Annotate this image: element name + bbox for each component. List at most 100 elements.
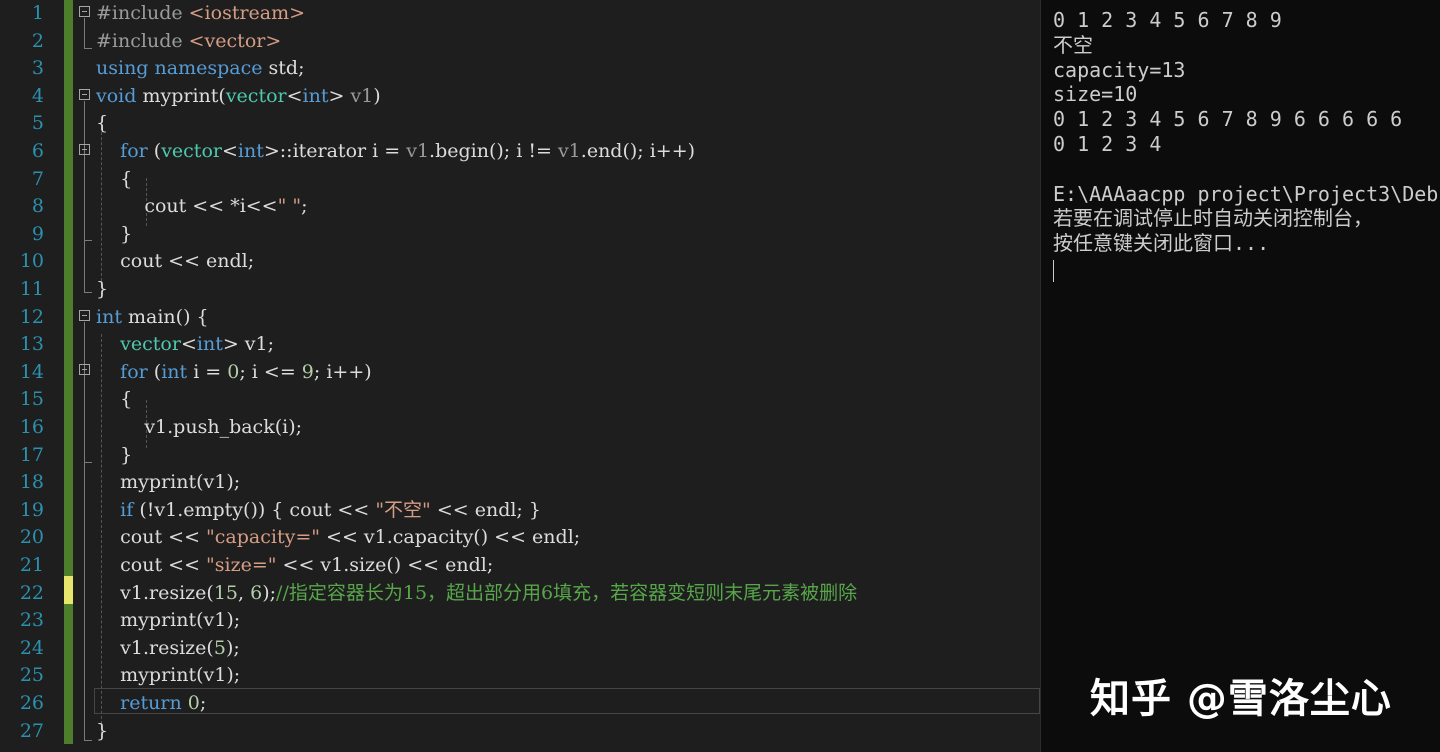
code-line[interactable]: for (int i = 0; i <= 9; i++) bbox=[96, 358, 372, 386]
outline-tick bbox=[84, 462, 92, 463]
outline-tick bbox=[84, 740, 92, 741]
code-line[interactable]: myprint(v1); bbox=[96, 468, 240, 496]
console-line: E:\AAAaacpp project\Project3\Deb bbox=[1053, 181, 1439, 206]
code-line[interactable]: return 0; bbox=[96, 689, 206, 717]
code-token: int bbox=[161, 360, 194, 383]
code-line[interactable]: v1.resize(15, 6);//指定容器长为15，超出部分用6填充，若容器… bbox=[96, 579, 857, 607]
code-token: myprint bbox=[142, 84, 219, 107]
console-line: 按任意键关闭此窗口... bbox=[1053, 231, 1270, 256]
code-line[interactable]: v1.resize(5); bbox=[96, 634, 240, 662]
line-number: 12 bbox=[19, 305, 44, 328]
code-token: .end(); i++) bbox=[580, 140, 696, 162]
code-token: << v1.size() << endl; bbox=[276, 554, 494, 576]
code-token: { bbox=[96, 112, 109, 135]
line-number: 1 bbox=[31, 2, 44, 24]
code-token: int bbox=[196, 333, 223, 356]
code-line[interactable]: } bbox=[96, 717, 108, 745]
code-line[interactable]: if (!v1.empty()) { cout << "不空" << endl;… bbox=[96, 496, 541, 524]
line-number: 15 bbox=[19, 388, 44, 411]
code-line[interactable]: { bbox=[96, 385, 132, 413]
code-token: " " bbox=[277, 195, 302, 218]
code-token: v1 bbox=[350, 84, 374, 107]
code-line[interactable]: } bbox=[96, 441, 132, 469]
code-line[interactable]: cout << "capacity=" << v1.capacity() << … bbox=[96, 523, 580, 551]
code-token: v1.resize( bbox=[96, 636, 214, 659]
line-number: 13 bbox=[19, 333, 44, 356]
code-token: 15 bbox=[213, 581, 239, 604]
code-token: < bbox=[221, 140, 238, 162]
code-token: v1.push_back(i); bbox=[96, 416, 303, 438]
code-token: { bbox=[96, 388, 133, 411]
console-window[interactable]: 0 1 2 3 4 5 6 7 8 9 不空 capacity=13 size=10 0… bbox=[1040, 0, 1440, 752]
line-number: 7 bbox=[31, 167, 44, 190]
line-number: 14 bbox=[19, 360, 44, 383]
code-token: 9 bbox=[301, 360, 314, 383]
line-number: 11 bbox=[19, 278, 44, 300]
code-token: #include bbox=[96, 29, 189, 52]
line-number: 10 bbox=[19, 250, 44, 273]
code-token: <iostream> bbox=[188, 2, 306, 24]
code-line[interactable]: cout << *i<<" "; bbox=[96, 192, 307, 220]
console-line: 不空 bbox=[1053, 32, 1093, 57]
code-token: } bbox=[96, 278, 109, 300]
code-line[interactable]: } bbox=[96, 220, 132, 248]
line-number: 22 bbox=[19, 581, 44, 604]
collapse-main-icon[interactable] bbox=[79, 310, 90, 321]
code-line[interactable]: using namespace std; bbox=[96, 54, 304, 82]
code-line[interactable]: void myprint(vector<int> v1) bbox=[96, 82, 381, 110]
code-token: ) bbox=[373, 84, 381, 107]
code-token: > v1; bbox=[222, 333, 275, 356]
code-token: main() { bbox=[128, 305, 209, 328]
code-line[interactable]: #include <vector> bbox=[96, 27, 281, 55]
code-line[interactable]: #include <iostream> bbox=[96, 0, 305, 27]
line-number: 18 bbox=[19, 471, 44, 494]
code-token: for bbox=[120, 360, 154, 383]
code-line[interactable]: v1.push_back(i); bbox=[96, 413, 302, 441]
code-token: i = bbox=[193, 360, 228, 383]
line-number: 20 bbox=[19, 526, 44, 549]
code-line[interactable]: cout << endl; bbox=[96, 247, 254, 275]
code-token: ); bbox=[262, 581, 277, 604]
line-number: 25 bbox=[19, 664, 44, 687]
code-token: cout << bbox=[96, 554, 207, 576]
code-line[interactable]: { bbox=[96, 109, 108, 137]
console-line: 0 1 2 3 4 5 6 7 8 9 bbox=[1053, 8, 1282, 32]
collapse-include-icon[interactable] bbox=[79, 6, 90, 17]
console-caret bbox=[1053, 260, 1054, 282]
code-token: 0 bbox=[187, 692, 200, 714]
code-token: v1.resize( bbox=[96, 581, 214, 604]
code-token: { bbox=[96, 167, 133, 190]
code-token: vector bbox=[225, 84, 287, 107]
collapse-for-loop-icon[interactable] bbox=[79, 364, 90, 375]
unsaved-change-indicator bbox=[64, 576, 73, 604]
code-line[interactable]: } bbox=[96, 275, 108, 303]
line-number: 19 bbox=[19, 498, 44, 521]
code-token: 6 bbox=[250, 581, 263, 604]
console-line: size=10 bbox=[1053, 82, 1138, 107]
code-token: //指定容器长为15，超出部分用6填充，若容器变短则末尾元素被删除 bbox=[276, 581, 858, 604]
code-token: ; bbox=[199, 692, 207, 714]
collapse-myprint-icon[interactable] bbox=[79, 89, 90, 100]
console-line: capacity=13 bbox=[1053, 57, 1186, 82]
console-line: 若要在调试停止时自动关闭控制台， bbox=[1053, 206, 1373, 231]
collapse-for-loop-icon[interactable] bbox=[79, 144, 90, 155]
code-line[interactable]: { bbox=[96, 165, 132, 193]
code-editor[interactable]: 1 2 3 4 5 6 7 8 9 10 11 12 13 14 15 16 17 18 19 20 21 22 23 24 2… bbox=[0, 0, 1040, 752]
line-number: 23 bbox=[19, 609, 44, 632]
code-token: 0 bbox=[227, 360, 240, 383]
code-token: for bbox=[120, 140, 154, 162]
code-line[interactable]: vector<int> v1; bbox=[96, 330, 274, 358]
code-line[interactable]: cout << "size=" << v1.size() << endl; bbox=[96, 551, 493, 579]
code-token: ( bbox=[218, 84, 226, 107]
outline-tick bbox=[84, 48, 92, 49]
code-line[interactable]: int main() { bbox=[96, 303, 209, 331]
code-token: ); bbox=[225, 636, 240, 659]
code-token: int bbox=[96, 305, 128, 328]
code-line[interactable]: for (vector<int>::iterator i = v1.begin(… bbox=[96, 137, 695, 165]
code-line[interactable]: myprint(v1); bbox=[96, 606, 240, 634]
code-token: "capacity=" bbox=[206, 526, 320, 549]
code-token: int bbox=[302, 84, 329, 107]
code-line[interactable]: myprint(v1); bbox=[96, 661, 240, 689]
line-number: 27 bbox=[19, 719, 44, 742]
